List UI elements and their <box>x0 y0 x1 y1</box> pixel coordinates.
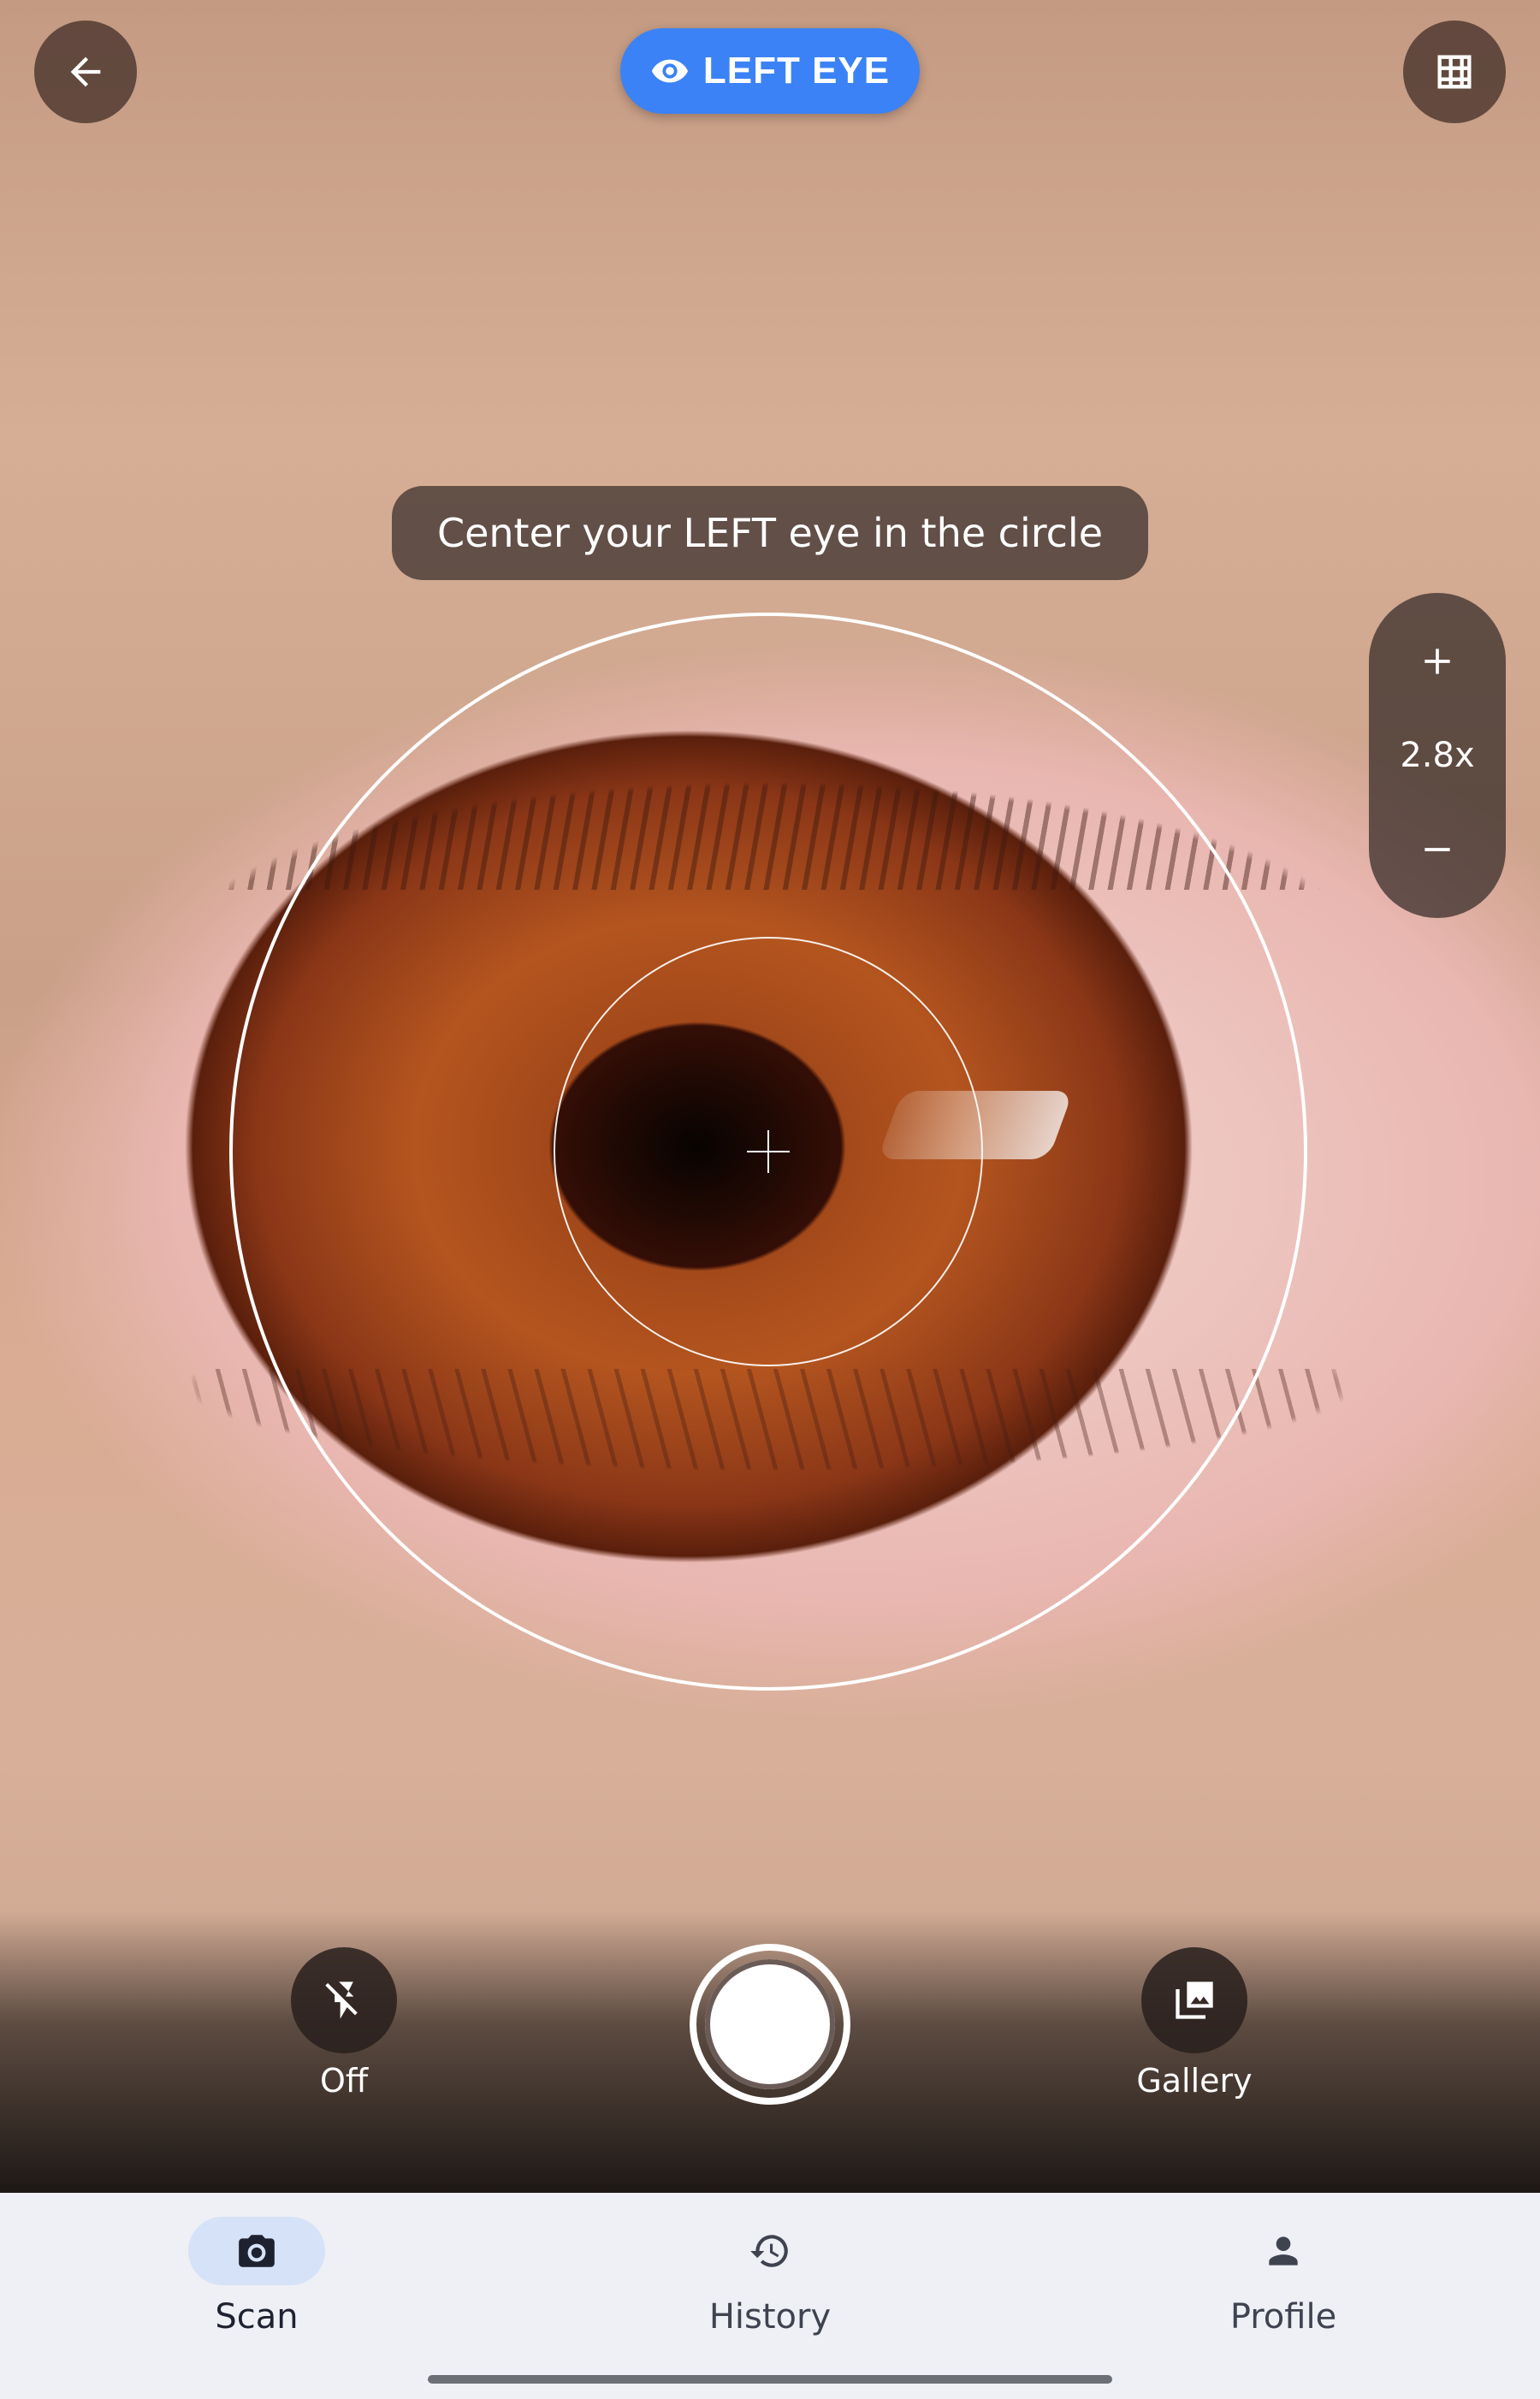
zoom-control: 2.8x <box>1369 593 1506 918</box>
flash-toggle-button[interactable] <box>291 1947 397 2053</box>
zoom-level: 2.8x <box>1400 736 1475 775</box>
nav-icon-container <box>702 2217 838 2285</box>
home-indicator[interactable] <box>428 2375 1112 2384</box>
nav-icon-container <box>1215 2217 1352 2285</box>
grid-toggle-button[interactable] <box>1403 21 1506 123</box>
camera-icon <box>239 2235 275 2267</box>
nav-item-scan[interactable]: Scan <box>128 2217 385 2354</box>
nav-item-profile[interactable]: Profile <box>1155 2217 1412 2354</box>
nav-item-label: History <box>708 2297 832 2337</box>
gallery-icon <box>1176 1981 1213 2019</box>
plus-icon <box>1424 649 1450 674</box>
nav-item-history[interactable]: History <box>642 2217 898 2354</box>
shutter-button[interactable] <box>690 1944 850 2105</box>
eye-selector-chip[interactable]: LEFT EYE <box>620 28 920 114</box>
nav-active-indicator <box>188 2217 325 2285</box>
instruction-text: Center your LEFT eye in the circle <box>436 510 1104 556</box>
alignment-guide <box>229 613 1307 1691</box>
flash-off-icon <box>325 1981 358 2019</box>
nav-item-label: Profile <box>1229 2297 1337 2337</box>
back-button[interactable] <box>34 21 137 123</box>
gallery-label: Gallery <box>1136 2062 1253 2100</box>
flash-label: Off <box>319 2062 369 2100</box>
nav-item-label: Scan <box>215 2297 299 2337</box>
minus-icon <box>1424 848 1450 851</box>
bottom-navigation: Scan History Profile <box>0 2193 1540 2399</box>
person-icon <box>1269 2236 1298 2266</box>
zoom-out-button[interactable] <box>1369 781 1506 918</box>
instruction-banner: Center your LEFT eye in the circle <box>392 486 1148 580</box>
eye-icon <box>651 59 688 83</box>
grid-icon <box>1437 55 1472 89</box>
eye-chip-label: LEFT EYE <box>702 50 891 92</box>
gallery-button[interactable] <box>1141 1947 1247 2053</box>
arrow-left-icon <box>70 56 101 87</box>
zoom-in-button[interactable] <box>1369 593 1506 730</box>
history-icon <box>750 2235 788 2267</box>
shutter-button-inner <box>705 1959 835 2089</box>
